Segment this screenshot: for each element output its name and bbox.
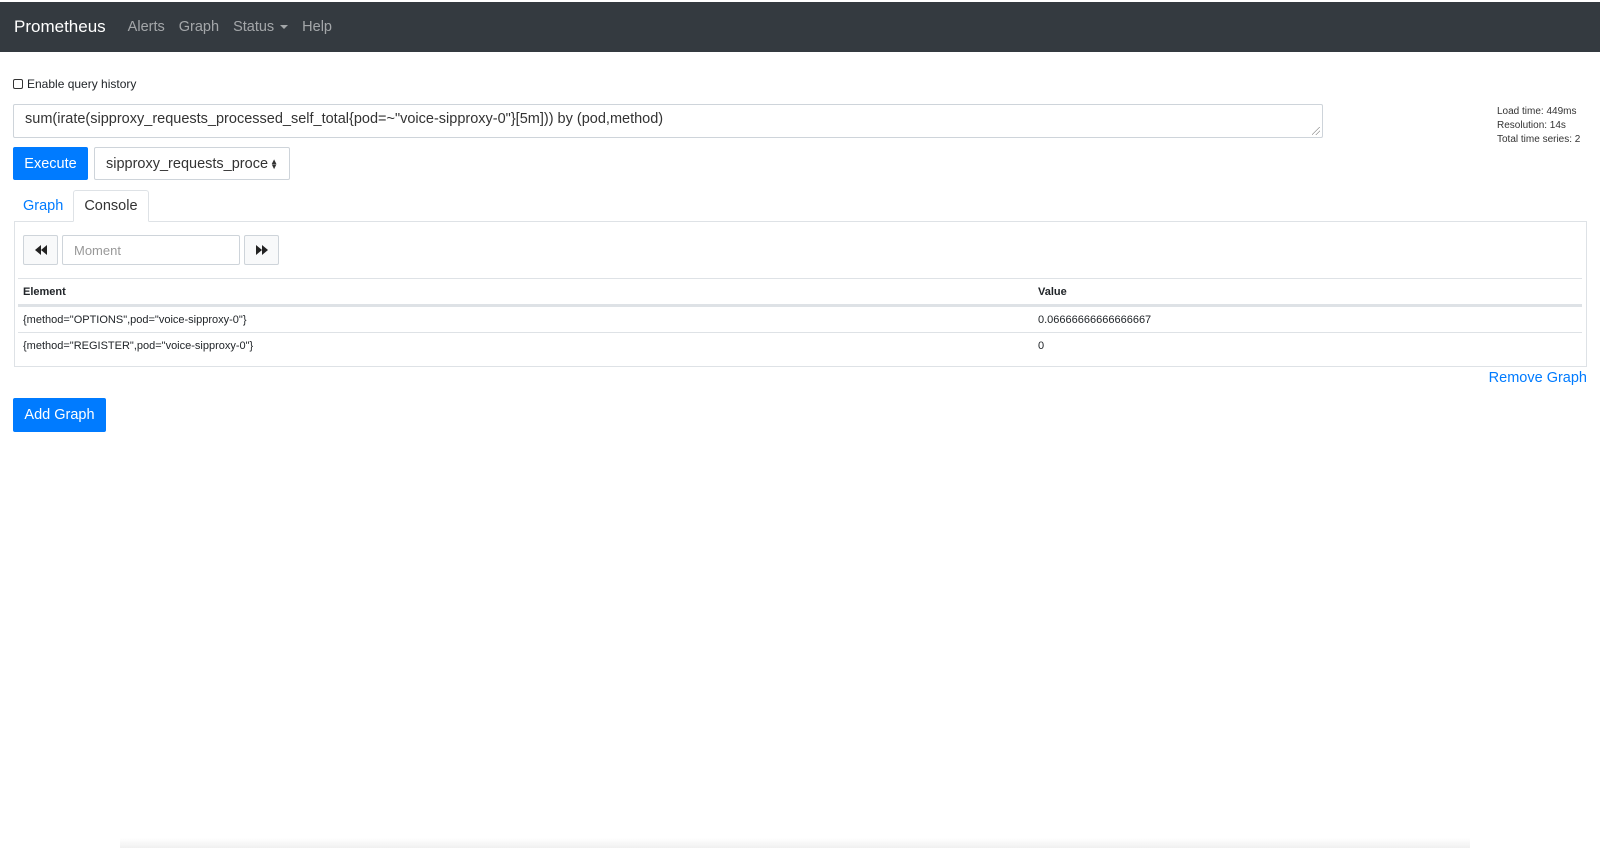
total-time-series: Total time series: 2 [1497, 134, 1581, 145]
table-row: {method="REGISTER",pod="voice-sipproxy-0… [18, 332, 1582, 358]
top-navbar: Prometheus Alerts Graph Status Help [0, 2, 1600, 52]
nav-help[interactable]: Help [302, 19, 332, 35]
fast-forward-icon [255, 245, 268, 255]
nav-graph[interactable]: Graph [179, 19, 219, 35]
chevron-down-icon [280, 25, 289, 29]
load-time: Load time: 449ms [1497, 106, 1577, 117]
tab-console[interactable]: Console [73, 190, 149, 222]
query-history-checkbox[interactable] [13, 79, 23, 89]
header-element: Element [23, 285, 66, 298]
results-table: Element Value {method="OPTIONS",pod="voi… [18, 278, 1582, 358]
moment-forward-button[interactable] [244, 235, 279, 265]
table-row: {method="OPTIONS",pod="voice-sipproxy-0"… [18, 306, 1582, 332]
expression-text: sum(irate(sipproxy_requests_processed_se… [25, 111, 664, 127]
moment-input[interactable]: Moment [62, 235, 240, 265]
metric-select-value: sipproxy_requests_proce [106, 155, 269, 172]
tab-graph[interactable]: Graph [13, 190, 73, 222]
rewind-icon [34, 245, 47, 255]
header-value: Value [1038, 285, 1067, 298]
row-value: 0 [1038, 339, 1045, 352]
row-element: {method="OPTIONS",pod="voice-sipproxy-0"… [23, 313, 247, 326]
query-history-label: Enable query history [27, 77, 137, 91]
query-history-toggle: Enable query history [13, 77, 136, 91]
select-arrows-icon: ▲ ▼ [270, 157, 278, 171]
query-stats: Load time: 449ms Resolution: 14s Total t… [1497, 105, 1580, 147]
moment-placeholder: Moment [74, 242, 121, 258]
moment-back-button[interactable] [23, 235, 58, 265]
view-tabs: Graph Console [13, 190, 149, 222]
row-value: 0.06666666666666667 [1038, 313, 1152, 326]
metric-select[interactable]: sipproxy_requests_proce ▲ ▼ [94, 147, 290, 180]
window-shadow [120, 838, 1470, 848]
resize-handle-icon[interactable] [1312, 127, 1320, 135]
brand-logo[interactable]: Prometheus [14, 17, 106, 37]
nav-status[interactable]: Status [233, 19, 289, 35]
expression-input[interactable]: sum(irate(sipproxy_requests_processed_se… [13, 104, 1323, 138]
resolution: Resolution: 14s [1497, 120, 1566, 131]
add-graph-button[interactable]: Add Graph [13, 398, 106, 432]
nav-status-label: Status [233, 19, 275, 35]
execute-button[interactable]: Execute [13, 147, 88, 180]
row-element: {method="REGISTER",pod="voice-sipproxy-0… [23, 339, 254, 352]
table-header: Element Value [18, 278, 1582, 306]
remove-graph-link[interactable]: Remove Graph [1489, 370, 1587, 386]
nav-alerts[interactable]: Alerts [128, 19, 165, 35]
